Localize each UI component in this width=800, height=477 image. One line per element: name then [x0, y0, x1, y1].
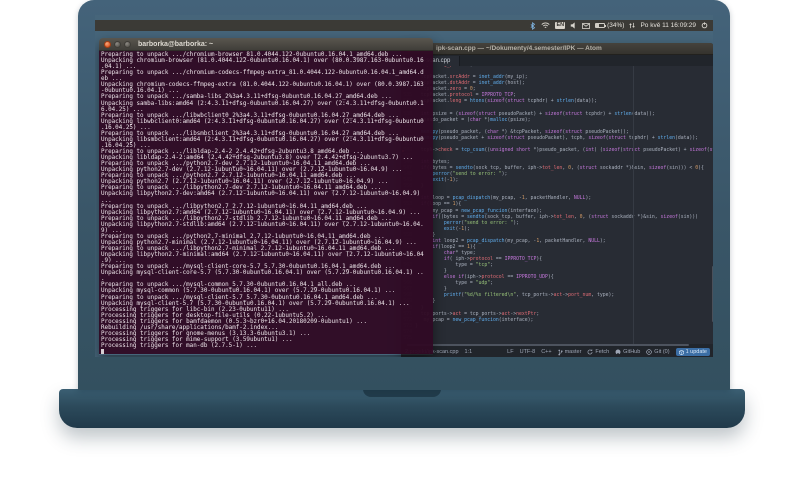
status-cursor-position[interactable]: 1:1: [465, 349, 473, 355]
maximize-button[interactable]: [124, 40, 131, 48]
code-line[interactable]: 544 tcph->check = tcp_csum((unsigned sho…: [401, 148, 713, 154]
status-fetch[interactable]: Fetch: [587, 349, 609, 355]
close-button[interactable]: [104, 40, 111, 48]
code-line[interactable]: 542 memcpy(pseudo_packet + sizeof(struct…: [401, 136, 713, 142]
package-icon: [678, 349, 684, 355]
status-grammar[interactable]: C++: [541, 349, 551, 355]
status-line-ending[interactable]: LF: [507, 349, 513, 355]
terminal-line: Unpacking libpython2.7-minimal:amd64 (2.…: [101, 252, 424, 259]
branch-icon: [558, 349, 563, 355]
git-icon: [646, 349, 653, 355]
status-github[interactable]: GitHub: [615, 349, 640, 355]
terminal-line: Unpacking libsmbclient:amd64 (2:4.3.11+d…: [101, 136, 424, 143]
code-lines: 530 tcph->urg_ptr = 0;531 532 tcpPacket.…: [401, 66, 713, 342]
atom-titlebar[interactable]: ipk-scan.cpp — ~/Dokumenty/4.semester/IP…: [401, 43, 713, 55]
terminal-line: Preparing to unpack .../libsmbclient_2%3…: [101, 130, 399, 137]
terminal-line: Unpacking mysql-client-core-5.7 (5.7.30-…: [101, 270, 424, 277]
battery-label: (34%): [607, 22, 625, 29]
ubuntu-desktop: EN (34%) Po kvě 11 16:09:29 ipk-scan.cpp…: [95, 15, 713, 357]
horizontal-scrollbar[interactable]: [401, 344, 713, 347]
mail-icon[interactable]: [582, 22, 591, 29]
terminal-output[interactable]: Preparing to unpack .../chromium-browser…: [99, 51, 433, 354]
clock[interactable]: Po kvě 11 16:09:29: [640, 22, 696, 29]
terminal-line: Unpacking libpython2.7-dev:amd64 (2.7.12…: [101, 191, 421, 198]
atom-window: ipk-scan.cpp — ~/Dokumenty/4.semester/IP…: [401, 43, 713, 357]
terminal-line: Unpacking mysql-client-5.7 (5.7.30-0ubun…: [101, 300, 410, 307]
volume-icon[interactable]: [570, 22, 577, 29]
code-editor[interactable]: 530 tcph->urg_ptr = 0;531 532 tcpPacket.…: [401, 66, 713, 344]
terminal-line: Unpacking libpython2.7:amd64 (2.7.12-1ub…: [101, 209, 421, 216]
status-encoding[interactable]: UTF-8: [520, 349, 536, 355]
network-arrows-icon[interactable]: [629, 22, 636, 29]
horizontal-scrollbar-thumb[interactable]: [407, 344, 689, 346]
battery-icon: [595, 23, 607, 28]
wifi-icon[interactable]: [541, 22, 551, 29]
github-icon: [615, 349, 621, 355]
terminal-line: Preparing to unpack .../libpython2.7-std…: [101, 215, 392, 222]
terminal-title: barborka@barborka: ~: [138, 40, 214, 48]
laptop-base: [59, 389, 745, 428]
minimize-button[interactable]: [114, 40, 121, 48]
terminal-line: Preparing to unpack .../chromium-codecs-…: [101, 70, 424, 77]
window-title: ipk-scan.cpp — ~/Dokumenty/4.semester/IP…: [436, 45, 602, 52]
terminal-window: barborka@barborka: ~ Preparing to unpack…: [99, 38, 433, 355]
terminal-line: Unpacking libpython2.7-stdlib:amd64 (2.7…: [101, 221, 424, 228]
terminal-line: Unpacking chromium-browser (81.0.4044.12…: [101, 58, 424, 65]
session-gear-icon[interactable]: [701, 22, 708, 29]
terminal-line: Unpacking samba-libs:amd64 (2:4.3.11+dfs…: [101, 100, 424, 107]
keyboard-layout-indicator[interactable]: EN: [555, 22, 566, 29]
status-git-changes[interactable]: Git (0): [646, 349, 670, 355]
terminal-line: Preparing to unpack .../samba-libs_2%3a4…: [101, 94, 392, 101]
bluetooth-icon[interactable]: [529, 21, 536, 30]
code-line[interactable]: 575: [401, 336, 713, 342]
wrap-guide: [633, 66, 634, 344]
atom-tab-bar: C ipk-scan.cpp: [401, 55, 713, 66]
atom-status-bar: 2.projekt/ipk-scan.cpp 1:1 LF UTF-8 C++ …: [401, 347, 713, 357]
laptop-screen-bezel: EN (34%) Po kvě 11 16:09:29 ipk-scan.cpp…: [78, 0, 730, 390]
terminal-cursor: [101, 349, 433, 354]
terminal-line: Preparing to unpack .../libwbclient0_2%3…: [101, 112, 399, 119]
terminal-line: Unpacking libwbclient0:amd64 (2:4.3.11+d…: [101, 118, 424, 125]
battery-indicator[interactable]: (34%): [595, 22, 624, 29]
status-updates-badge[interactable]: 1 update: [675, 348, 710, 356]
sync-icon: [587, 349, 593, 355]
laptop-mockup: EN (34%) Po kvě 11 16:09:29 ipk-scan.cpp…: [0, 0, 800, 477]
vertical-scrollbar[interactable]: [712, 266, 713, 322]
laptop-lid-notch: [363, 389, 441, 397]
terminal-line: Unpacking mysql-common (5.7.30-0ubuntu0.…: [101, 288, 396, 295]
status-git-branch[interactable]: master: [558, 349, 581, 356]
ubuntu-top-panel: EN (34%) Po kvě 11 16:09:29: [95, 20, 713, 31]
terminal-titlebar[interactable]: barborka@barborka: ~: [99, 38, 433, 51]
